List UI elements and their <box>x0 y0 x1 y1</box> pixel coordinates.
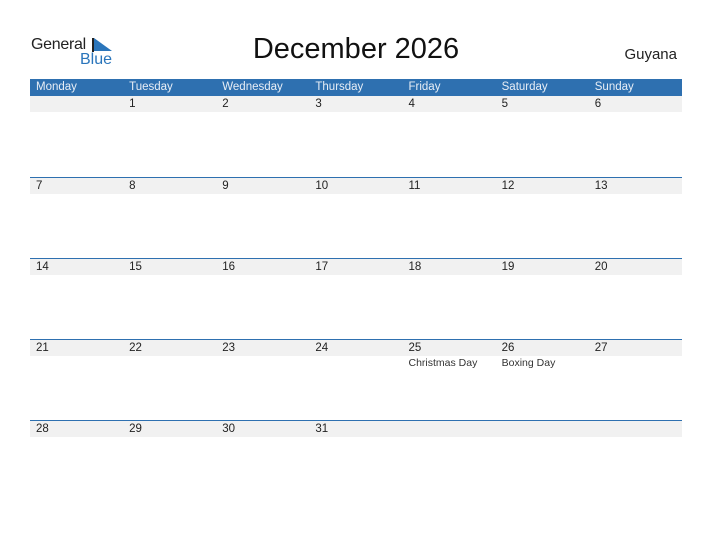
week-row: 7 8 9 10 11 12 13 <box>30 177 682 258</box>
day-number: 18 <box>402 259 496 275</box>
day-number: 4 <box>402 96 496 112</box>
calendar-grid: Monday Tuesday Wednesday Thursday Friday… <box>30 79 682 501</box>
day-number: 17 <box>309 259 403 275</box>
day-cell: 30 <box>216 421 310 437</box>
country-label: Guyana <box>624 46 677 63</box>
day-cell: 15 <box>123 259 217 275</box>
day-cell: 17 <box>309 259 403 275</box>
day-number: 5 <box>495 96 589 112</box>
day-cell <box>30 96 124 112</box>
day-number <box>30 96 124 112</box>
day-cell: 26 Boxing Day <box>495 340 589 369</box>
day-number: 19 <box>495 259 589 275</box>
day-cell: 1 <box>123 96 217 112</box>
day-number: 11 <box>402 178 496 194</box>
holiday-label: Boxing Day <box>501 357 556 369</box>
day-number: 21 <box>30 340 124 356</box>
day-number: 15 <box>123 259 217 275</box>
weekday-tuesday: Tuesday <box>129 81 173 93</box>
day-cell: 3 <box>309 96 403 112</box>
day-cell: 24 <box>309 340 403 369</box>
day-number: 24 <box>309 340 403 356</box>
day-cell: 13 <box>588 178 682 194</box>
day-cell: 21 <box>30 340 124 369</box>
day-number: 31 <box>309 421 403 437</box>
day-number <box>588 421 682 437</box>
day-number <box>495 421 589 437</box>
day-number: 9 <box>216 178 310 194</box>
day-cell: 4 <box>402 96 496 112</box>
day-cell: 20 <box>588 259 682 275</box>
day-number: 3 <box>309 96 403 112</box>
day-number: 20 <box>588 259 682 275</box>
week-row: 21 22 23 24 25 Christmas Day 26 Boxing Day 27 <box>30 339 682 420</box>
day-cell: 9 <box>216 178 310 194</box>
day-number: 8 <box>123 178 217 194</box>
day-number: 22 <box>123 340 217 356</box>
day-cell: 18 <box>402 259 496 275</box>
holiday-label: Christmas Day <box>408 357 478 369</box>
day-cell: 2 <box>216 96 310 112</box>
day-number: 28 <box>30 421 124 437</box>
day-cell: 5 <box>495 96 589 112</box>
day-cell: 12 <box>495 178 589 194</box>
day-number: 14 <box>30 259 124 275</box>
day-cell: 11 <box>402 178 496 194</box>
day-number: 2 <box>216 96 310 112</box>
day-cell: 14 <box>30 259 124 275</box>
week-row: 14 15 16 17 18 19 20 <box>30 258 682 339</box>
weekday-monday: Monday <box>36 81 77 93</box>
day-number: 27 <box>588 340 682 356</box>
weekday-wednesday: Wednesday <box>222 81 283 93</box>
day-cell: 6 <box>588 96 682 112</box>
day-cell: 29 <box>123 421 217 437</box>
day-number: 30 <box>216 421 310 437</box>
weekday-thursday: Thursday <box>315 81 364 93</box>
week-row: 123456 <box>30 96 682 177</box>
day-cell <box>588 421 682 437</box>
day-cell: 25 Christmas Day <box>402 340 496 369</box>
day-number: 29 <box>123 421 217 437</box>
day-cell <box>402 421 496 437</box>
day-number: 25 <box>402 340 496 356</box>
day-cell: 27 <box>588 340 682 369</box>
day-number: 6 <box>588 96 682 112</box>
weekday-sunday: Sunday <box>594 81 634 93</box>
day-cell: 7 <box>30 178 124 194</box>
day-number: 26 <box>495 340 589 356</box>
day-number: 13 <box>588 178 682 194</box>
day-number: 23 <box>216 340 310 356</box>
day-number <box>402 421 496 437</box>
calendar-title: December 2026 <box>252 33 460 65</box>
weeks-container: 1 2 3 4 5 6 7 8 9 10 11 12 13 14 15 16 17 18 19 20 21 22 23 24 2… <box>30 96 682 501</box>
week-row: 28 29 30 31 <box>30 420 682 501</box>
weekday-header: Monday Tuesday Wednesday Thursday Friday… <box>30 79 682 96</box>
day-cell: 28 <box>30 421 124 437</box>
day-cell: 8 <box>123 178 217 194</box>
day-number: 10 <box>309 178 403 194</box>
day-cell: 23 <box>216 340 310 369</box>
day-cell: 10 <box>309 178 403 194</box>
day-number: 7 <box>30 178 124 194</box>
day-cell: 31 <box>309 421 403 437</box>
day-cell: 19 <box>495 259 589 275</box>
day-cell: 16 <box>216 259 310 275</box>
day-cell <box>495 421 589 437</box>
day-number: 16 <box>216 259 310 275</box>
day-cell: 22 <box>123 340 217 369</box>
weekday-friday: Friday <box>408 81 441 93</box>
day-number: 12 <box>495 178 589 194</box>
day-number: 1 <box>123 96 217 112</box>
weekday-saturday: Saturday <box>501 81 548 93</box>
